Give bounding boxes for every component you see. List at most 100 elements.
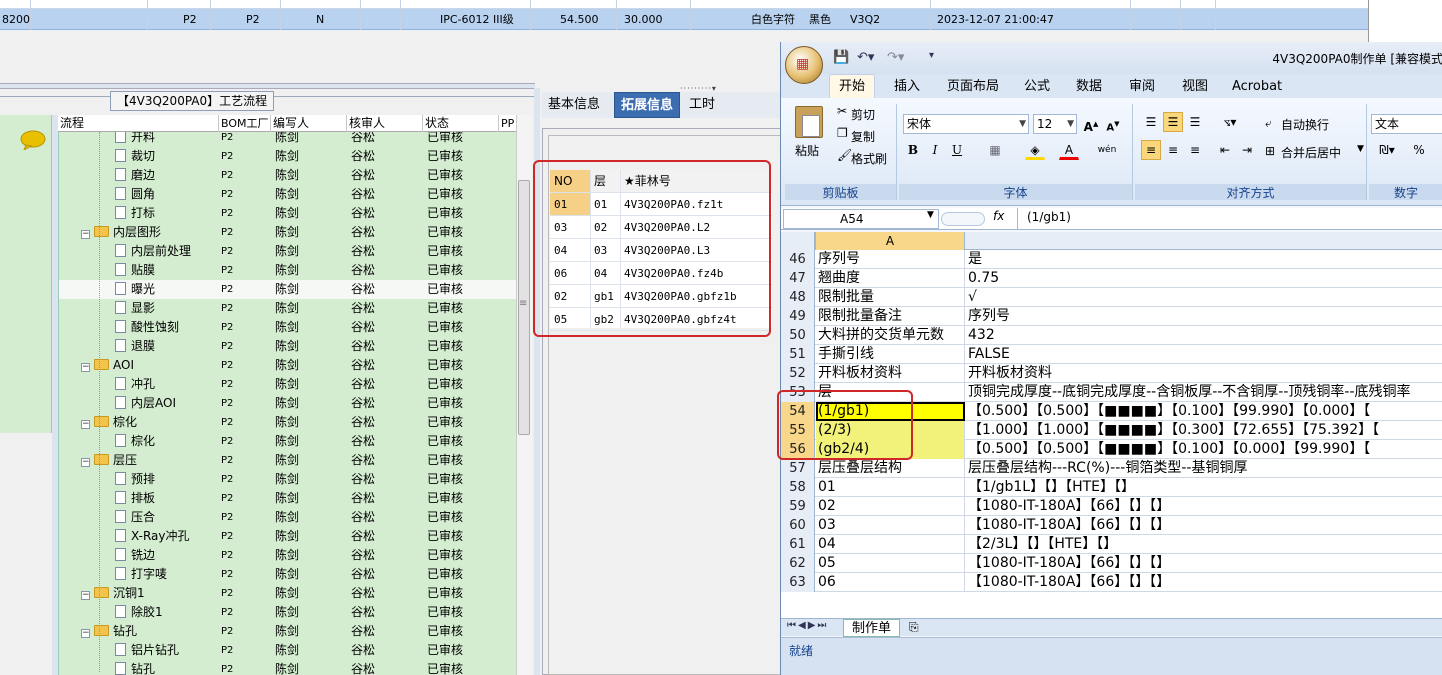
cell-b[interactable]: 【1080-IT-180A】【66】【】【】 bbox=[966, 573, 1442, 592]
row-header[interactable]: 60 bbox=[781, 516, 815, 535]
currency-icon[interactable]: ₪▾ bbox=[1373, 140, 1401, 160]
copy-icon[interactable]: ❐ bbox=[837, 126, 848, 140]
cell-b[interactable]: 顶铜完成厚度--底铜完成厚度--含铜板厚--不含铜厚--顶残铜率--底残铜率 bbox=[966, 383, 1442, 402]
cell-b[interactable]: FALSE bbox=[966, 345, 1442, 364]
align-middle-icon[interactable]: ☰ bbox=[1163, 112, 1183, 132]
tree-row[interactable]: 压合 P2 陈剑 谷松 已审核 bbox=[59, 508, 516, 527]
cell-a[interactable]: 04 bbox=[816, 535, 965, 554]
cell-b[interactable]: 【1080-IT-180A】【66】【】【】 bbox=[966, 516, 1442, 535]
ribbon-tab-view[interactable]: 视图 bbox=[1182, 76, 1208, 98]
cell-a[interactable]: 限制批量备注 bbox=[816, 307, 965, 326]
cell-a[interactable]: 开料板材资料 bbox=[816, 364, 965, 383]
row-header[interactable]: 49 bbox=[781, 307, 815, 326]
underline-button[interactable]: U bbox=[947, 140, 967, 160]
column-header-status[interactable]: 状态 bbox=[422, 115, 498, 132]
border-icon[interactable]: ▦ bbox=[985, 140, 1005, 160]
column-header-writer[interactable]: 编写人 bbox=[270, 115, 346, 132]
tab-basic-info[interactable]: 基本信息 bbox=[542, 92, 606, 118]
cell-b[interactable]: 【1.000】【1.000】【■■■■】【0.300】【72.655】【75.3… bbox=[966, 421, 1442, 440]
number-format-combo[interactable]: 文本 bbox=[1371, 114, 1442, 134]
sheet-nav-arrows-icon[interactable]: ⏮◀▶⏭ bbox=[787, 620, 828, 631]
tree-row[interactable]: − 沉铜1 P2 陈剑 谷松 已审核 bbox=[59, 584, 516, 603]
cell-b[interactable]: 开料板材资料 bbox=[966, 364, 1442, 383]
orientation-icon[interactable]: ⦪▾ bbox=[1215, 112, 1245, 132]
phonetic-button[interactable]: wén bbox=[1093, 140, 1121, 160]
cell-b[interactable]: 0.75 bbox=[966, 269, 1442, 288]
tree-row[interactable]: 贴膜 P2 陈剑 谷松 已审核 bbox=[59, 261, 516, 280]
italic-button[interactable]: I bbox=[925, 140, 945, 160]
office-button[interactable]: ▦ bbox=[785, 46, 823, 84]
tree-row[interactable]: 打标 P2 陈剑 谷松 已审核 bbox=[59, 204, 516, 223]
name-box[interactable]: A54 bbox=[783, 209, 939, 229]
tree-row[interactable]: − AOI P2 陈剑 谷松 已审核 bbox=[59, 356, 516, 375]
tree-row[interactable]: 内层前处理 P2 陈剑 谷松 已审核 bbox=[59, 242, 516, 261]
cell-a[interactable]: 01 bbox=[816, 478, 965, 497]
row-header[interactable]: 61 bbox=[781, 535, 815, 554]
tab-work-hours[interactable]: 工时 bbox=[683, 92, 721, 118]
align-left-icon[interactable]: ≡ bbox=[1141, 140, 1161, 160]
cell-a[interactable]: 02 bbox=[816, 497, 965, 516]
row-header[interactable]: 51 bbox=[781, 345, 815, 364]
cell-b[interactable]: 是 bbox=[966, 250, 1442, 269]
font-name-combo[interactable]: 宋体 ▼ bbox=[903, 114, 1029, 134]
tree-row[interactable]: 圆角 P2 陈剑 谷松 已审核 bbox=[59, 185, 516, 204]
horizontal-splitter[interactable] bbox=[0, 83, 535, 89]
row-header[interactable]: 48 bbox=[781, 288, 815, 307]
collapse-icon[interactable]: − bbox=[81, 363, 90, 372]
formula-input[interactable]: (1/gb1) bbox=[1027, 210, 1071, 224]
font-color-button[interactable]: A bbox=[1059, 140, 1079, 160]
ribbon-tab-insert[interactable]: 插入 bbox=[894, 76, 920, 98]
tree-row[interactable]: 磨边 P2 陈剑 谷松 已审核 bbox=[59, 166, 516, 185]
brush-icon[interactable]: 🖌 bbox=[837, 148, 852, 162]
ribbon-tab-review[interactable]: 审阅 bbox=[1129, 76, 1155, 98]
insert-sheet-icon[interactable]: ⎘ bbox=[909, 620, 919, 635]
column-header-pp[interactable]: PP bbox=[498, 115, 516, 132]
tree-row[interactable]: 棕化 P2 陈剑 谷松 已审核 bbox=[59, 432, 516, 451]
chevron-down-icon[interactable]: ▼ bbox=[1357, 144, 1364, 154]
collapse-icon[interactable]: − bbox=[81, 591, 90, 600]
comment-icon[interactable] bbox=[20, 130, 46, 150]
cell-a[interactable]: 06 bbox=[816, 573, 965, 592]
cell-b[interactable]: 序列号 bbox=[966, 307, 1442, 326]
increase-indent-icon[interactable]: ⇥ bbox=[1237, 140, 1257, 160]
column-header-a[interactable]: A bbox=[815, 232, 965, 250]
tree-row[interactable]: 退膜 P2 陈剑 谷松 已审核 bbox=[59, 337, 516, 356]
formula-bar-slider[interactable] bbox=[941, 212, 985, 226]
sheet-tab-production[interactable]: 制作单 bbox=[843, 619, 901, 637]
row-header[interactable]: 50 bbox=[781, 326, 815, 345]
row-header[interactable]: 47 bbox=[781, 269, 815, 288]
drag-handle[interactable]: ·········▾ bbox=[680, 85, 740, 93]
tree-row[interactable]: X-Ray冲孔 P2 陈剑 谷松 已审核 bbox=[59, 527, 516, 546]
row-header[interactable]: 52 bbox=[781, 364, 815, 383]
redo-icon[interactable]: ↷▾ bbox=[887, 50, 904, 65]
row-header[interactable]: 57 bbox=[781, 459, 815, 478]
align-right-icon[interactable]: ≡ bbox=[1185, 140, 1205, 160]
chevron-down-icon[interactable]: ▼ bbox=[927, 210, 934, 220]
tree-row[interactable]: 铣边 P2 陈剑 谷松 已审核 bbox=[59, 546, 516, 565]
shrink-font-icon[interactable]: A▼ bbox=[1103, 114, 1123, 134]
select-all-corner[interactable] bbox=[781, 232, 815, 250]
tree-row[interactable]: − 层压 P2 陈剑 谷松 已审核 bbox=[59, 451, 516, 470]
grow-font-icon[interactable]: A▲ bbox=[1081, 114, 1101, 134]
tree-row[interactable]: 冲孔 P2 陈剑 谷松 已审核 bbox=[59, 375, 516, 394]
ribbon-tab-data[interactable]: 数据 bbox=[1076, 76, 1102, 98]
undo-icon[interactable]: ↶▾ bbox=[857, 50, 874, 65]
cell-b[interactable]: 432 bbox=[966, 326, 1442, 345]
tree-row[interactable]: 排板 P2 陈剑 谷松 已审核 bbox=[59, 489, 516, 508]
paste-button[interactable]: 粘贴 bbox=[795, 142, 819, 159]
row-header[interactable]: 59 bbox=[781, 497, 815, 516]
collapse-icon[interactable]: − bbox=[81, 629, 90, 638]
tree-row[interactable]: 钻孔 P2 陈剑 谷松 已审核 bbox=[59, 660, 516, 675]
tree-row[interactable]: 裁切 P2 陈剑 谷松 已审核 bbox=[59, 147, 516, 166]
cell-b[interactable]: 【2/3L】【】【HTE】【】 bbox=[966, 535, 1442, 554]
cell-b[interactable]: 【1080-IT-180A】【66】【】【】 bbox=[966, 554, 1442, 573]
tree-row[interactable]: 内层AOI P2 陈剑 谷松 已审核 bbox=[59, 394, 516, 413]
cell-b[interactable]: 【0.500】【0.500】【■■■■】【0.100】【99.990】【0.00… bbox=[966, 402, 1442, 421]
percent-button[interactable]: % bbox=[1409, 140, 1429, 160]
cell-a[interactable]: 层压叠层结构 bbox=[816, 459, 965, 478]
cell-b[interactable]: √ bbox=[966, 288, 1442, 307]
tree-row[interactable]: 铝片钻孔 P2 陈剑 谷松 已审核 bbox=[59, 641, 516, 660]
cell-b[interactable]: 层压叠层结构---RC(%)---铜箔类型--基铜铜厚 bbox=[966, 459, 1442, 478]
column-header-bom-factory[interactable]: BOM工厂 bbox=[218, 115, 270, 132]
cell-b[interactable]: 【1080-IT-180A】【66】【】【】 bbox=[966, 497, 1442, 516]
